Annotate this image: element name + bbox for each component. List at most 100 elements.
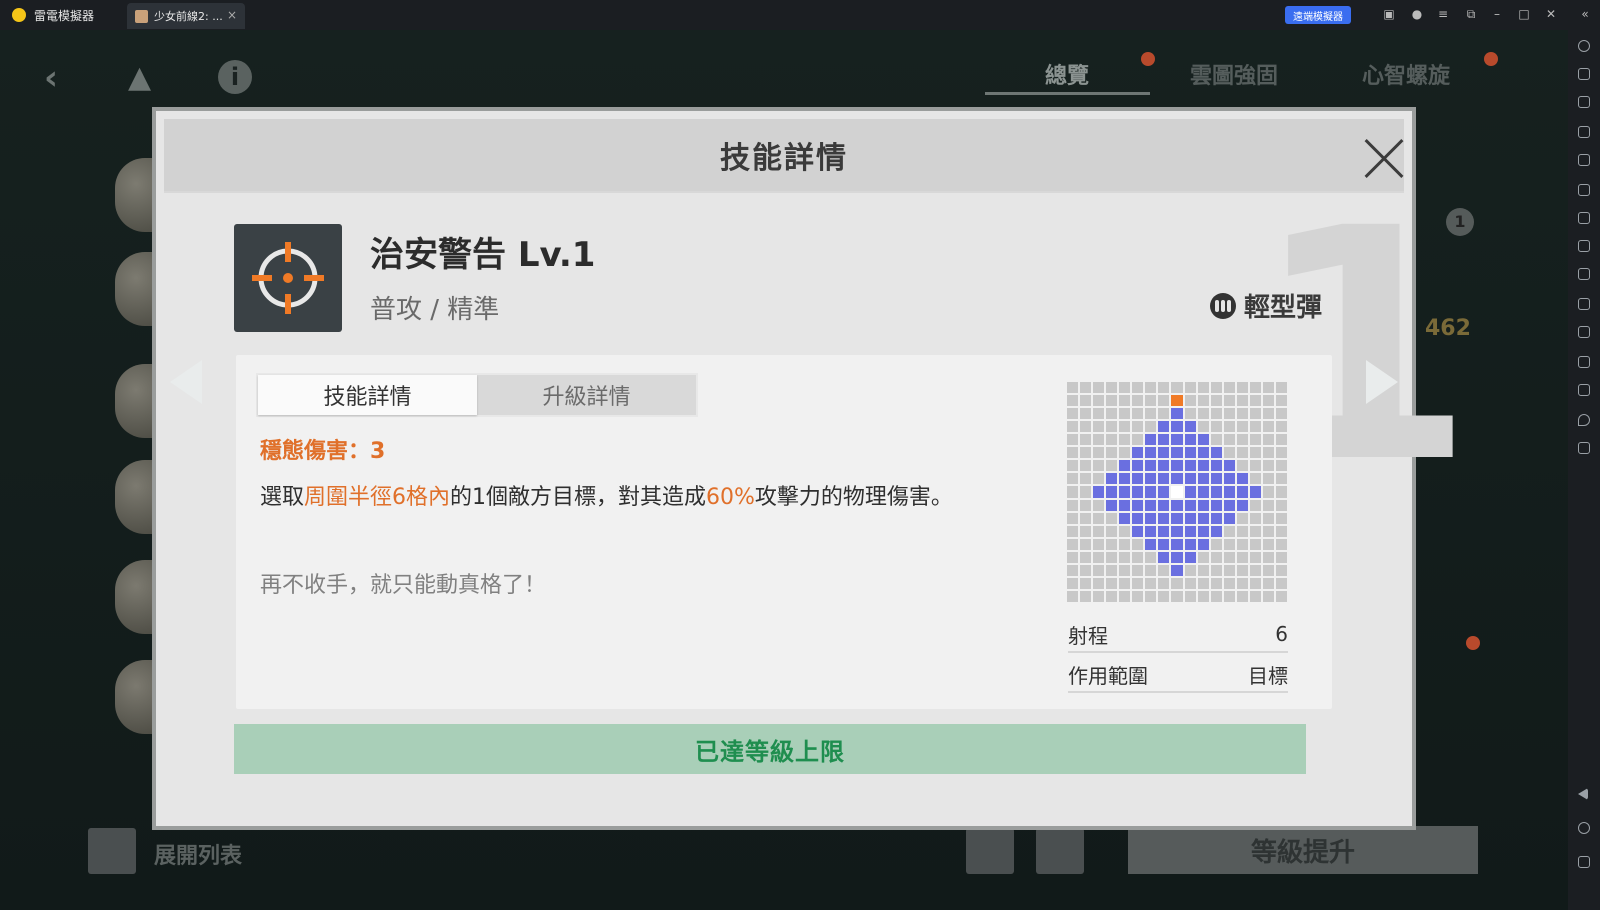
grid-cell (1119, 590, 1131, 602)
gift-icon[interactable]: ▣ (1382, 7, 1396, 21)
info-icon[interactable]: i (218, 60, 252, 94)
sync-icon[interactable] (1578, 326, 1590, 338)
screenshot-icon[interactable] (1578, 212, 1590, 224)
outfit-icon[interactable] (1036, 828, 1084, 874)
previous-skill-arrow-icon[interactable] (170, 360, 202, 404)
grid-cell (1132, 408, 1144, 420)
collapse-sidebar-icon[interactable]: « (1578, 7, 1592, 21)
grid-cell (1275, 538, 1287, 550)
grid-cell (1236, 564, 1248, 576)
home-icon[interactable] (1578, 822, 1590, 834)
range-cell (1197, 447, 1209, 459)
range-cell (1119, 499, 1131, 511)
area-row: 作用範圍 目標 (1068, 657, 1288, 693)
grid-cell (1119, 421, 1131, 433)
target-cell (1171, 395, 1183, 407)
grid-cell (1080, 512, 1092, 524)
grid-cell (1145, 590, 1157, 602)
range-cell (1158, 551, 1170, 563)
recent-apps-icon[interactable] (1578, 856, 1590, 868)
tab-upgrade-details[interactable]: 升級詳情 (477, 375, 696, 415)
range-cell (1184, 525, 1196, 537)
range-cell (1184, 551, 1196, 563)
grid-cell (1236, 460, 1248, 472)
range-cell (1119, 473, 1131, 485)
tab-close-icon[interactable]: × (227, 8, 237, 22)
bg-tab-cloud[interactable]: 雲圖強固 (1190, 58, 1278, 90)
bg-tab-mind[interactable]: 心智螺旋 (1362, 58, 1450, 90)
range-cell (1223, 499, 1235, 511)
grid-cell (1275, 447, 1287, 459)
fullscreen-icon[interactable] (1578, 154, 1590, 166)
grid-cell (1275, 577, 1287, 589)
macro-icon[interactable] (1578, 240, 1590, 252)
grid-cell (1249, 512, 1261, 524)
grid-cell (1067, 564, 1079, 576)
grid-cell (1262, 577, 1274, 589)
menu-icon[interactable]: ≡ (1436, 7, 1450, 21)
multi-instance-icon[interactable] (1578, 442, 1590, 454)
scissors-icon[interactable] (1578, 268, 1590, 280)
volume-down-icon[interactable] (1578, 126, 1590, 138)
grid-cell (1080, 551, 1092, 563)
folder-icon[interactable] (1578, 384, 1590, 396)
tab-skill-details[interactable]: 技能詳情 (258, 375, 477, 415)
next-skill-arrow-icon[interactable] (1366, 360, 1398, 404)
range-cell (1197, 486, 1209, 498)
volume-up-icon[interactable] (1578, 96, 1590, 108)
grid-cell (1132, 395, 1144, 407)
sofa-icon[interactable] (966, 828, 1014, 874)
grid-cell (1236, 512, 1248, 524)
restore-window-icon[interactable]: ⧉ (1464, 7, 1478, 21)
record-icon[interactable] (1578, 298, 1590, 310)
range-cell (1158, 486, 1170, 498)
grid-cell (1067, 473, 1079, 485)
grid-cell (1080, 486, 1092, 498)
minimize-icon[interactable]: – (1490, 7, 1504, 21)
triangle-logo-icon: ▲ (128, 60, 152, 95)
range-cell (1106, 499, 1118, 511)
maximize-icon[interactable]: □ (1517, 7, 1531, 21)
back-arrow-icon[interactable]: ‹ (44, 58, 58, 98)
grid-cell (1067, 395, 1079, 407)
grid-cell (1249, 551, 1261, 563)
range-cell (1197, 499, 1209, 511)
ammo-type-label: 輕型彈 (1244, 293, 1323, 323)
shake-icon[interactable] (1578, 356, 1590, 368)
grid-cell (1262, 434, 1274, 446)
level-up-button[interactable]: 等級提升 (1128, 826, 1478, 874)
range-cell (1158, 473, 1170, 485)
grid-cell (1223, 590, 1235, 602)
range-cell (1171, 473, 1183, 485)
ammo-type: 輕型彈 (1210, 287, 1322, 324)
expand-list-icon[interactable] (88, 828, 136, 874)
back-icon[interactable] (1578, 788, 1588, 800)
grid-cell (1106, 382, 1118, 394)
grid-cell (1067, 447, 1079, 459)
range-cell (1184, 421, 1196, 433)
apk-icon[interactable] (1578, 184, 1590, 196)
skill-panel: 技能詳情 升級詳情 穩態傷害：3 選取周圍半徑6格內的1個敵方目標，對其造成60… (236, 355, 1332, 709)
range-cell (1145, 486, 1157, 498)
location-icon[interactable] (1578, 414, 1590, 426)
notification-dot (1141, 52, 1155, 66)
game-tab[interactable]: 少女前線2: ... × (127, 3, 245, 29)
grid-cell (1119, 382, 1131, 394)
bg-tab-overview[interactable]: 總覽 (1045, 58, 1089, 90)
settings-icon[interactable] (1578, 40, 1590, 52)
remote-emulator-button[interactable]: 遠端模擬器 (1285, 6, 1351, 24)
range-cell (1132, 460, 1144, 472)
close-window-icon[interactable]: ✕ (1544, 7, 1558, 21)
grid-cell (1262, 382, 1274, 394)
expand-list-label[interactable]: 展開列表 (154, 838, 242, 870)
account-icon[interactable]: ● (1410, 7, 1424, 21)
grid-cell (1119, 447, 1131, 459)
grid-cell (1080, 408, 1092, 420)
grid-cell (1223, 447, 1235, 459)
skill-description: 選取周圍半徑6格內的1個敵方目標，對其造成60%攻擊力的物理傷害。 (260, 485, 953, 510)
range-cell (1210, 473, 1222, 485)
flavor-text: 再不收手，就只能動真格了！ (260, 573, 547, 598)
grid-cell (1106, 408, 1118, 420)
grid-cell (1275, 486, 1287, 498)
keyboard-icon[interactable] (1578, 68, 1590, 80)
